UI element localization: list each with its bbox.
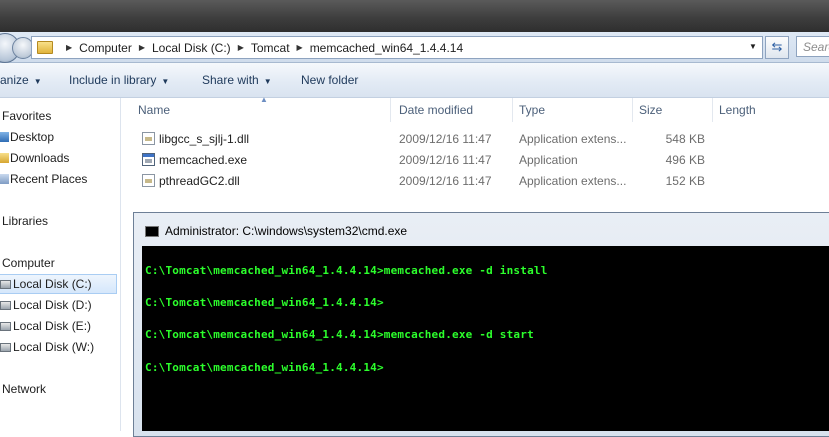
nav-local-disk-c[interactable]: Local Disk (C:) <box>0 277 92 291</box>
column-header-date-modified[interactable]: Date modified <box>399 103 473 117</box>
column-header-name[interactable]: Name <box>138 103 170 117</box>
file-name[interactable]: libgcc_s_sjlj-1.dll <box>159 132 249 146</box>
column-divider[interactable] <box>632 98 633 122</box>
nav-favorites-label: Favorites <box>2 109 52 123</box>
file-name[interactable]: memcached.exe <box>159 153 247 167</box>
drive-icon <box>0 342 11 352</box>
sort-ascending-icon: ▲ <box>260 95 268 104</box>
column-header-type[interactable]: Type <box>519 103 545 117</box>
file-size: 152 KB <box>665 174 705 188</box>
file-date: 2009/12/16 11:47 <box>399 174 492 188</box>
drive-icon <box>0 321 11 331</box>
chevron-down-icon: ▼ <box>263 77 272 86</box>
file-type: Application extens... <box>519 132 627 146</box>
file-date: 2009/12/16 11:47 <box>399 153 492 167</box>
desktop-icon <box>0 132 9 142</box>
chevron-down-icon: ▼ <box>161 77 170 86</box>
address-bar[interactable]: ▶ Computer ▶ Local Disk (C:) ▶ Tomcat ▶ … <box>31 36 763 59</box>
console-line: C:\Tomcat\memcached_win64_1.4.4.14>memca… <box>145 328 534 341</box>
breadcrumb-separator-icon[interactable]: ▶ <box>238 43 244 52</box>
nav-drive-label: Local Disk (E:) <box>13 319 92 333</box>
breadcrumb-separator-icon[interactable]: ▶ <box>139 43 145 52</box>
share-with-menu[interactable]: Share with ▼ <box>202 73 272 87</box>
file-size: 496 KB <box>665 153 705 167</box>
nav-local-disk-w[interactable]: Local Disk (W:) <box>0 340 94 354</box>
breadcrumb-separator-icon[interactable]: ▶ <box>66 43 72 52</box>
nav-local-disk-d[interactable]: Local Disk (D:) <box>0 298 92 312</box>
dll-file-icon <box>142 132 155 145</box>
nav-computer[interactable]: Computer <box>2 256 55 270</box>
drive-icon <box>0 279 11 289</box>
include-in-library-menu[interactable]: Include in library ▼ <box>69 73 169 87</box>
share-with-label: Share with <box>202 73 259 87</box>
breadcrumb-tomcat[interactable]: Tomcat <box>251 41 290 55</box>
drive-icon <box>0 300 11 310</box>
nav-recent-places-label: Recent Places <box>10 172 88 186</box>
downloads-icon <box>0 153 9 163</box>
file-size: 548 KB <box>665 132 705 146</box>
organize-label: anize <box>0 73 29 87</box>
nav-recent-places[interactable]: Recent Places <box>0 172 87 186</box>
nav-drive-label: Local Disk (D:) <box>13 298 92 312</box>
column-header-length[interactable]: Length <box>719 103 756 117</box>
console-line: C:\Tomcat\memcached_win64_1.4.4.14>memca… <box>145 264 548 277</box>
file-type: Application <box>519 153 578 167</box>
column-divider[interactable] <box>512 98 513 122</box>
console-line: C:\Tomcat\memcached_win64_1.4.4.14> <box>145 361 384 374</box>
column-header-size[interactable]: Size <box>639 103 662 117</box>
chevron-down-icon: ▼ <box>33 77 42 86</box>
search-input[interactable]: Search <box>796 36 829 57</box>
exe-file-icon <box>142 153 155 166</box>
new-folder-label: New folder <box>301 73 359 87</box>
file-type: Application extens... <box>519 174 627 188</box>
file-date: 2009/12/16 11:47 <box>399 132 492 146</box>
new-folder-button[interactable]: New folder <box>301 73 358 87</box>
console-line: C:\Tomcat\memcached_win64_1.4.4.14> <box>145 296 384 309</box>
nav-local-disk-e[interactable]: Local Disk (E:) <box>0 319 91 333</box>
nav-network-label: Network <box>2 382 47 396</box>
nav-network[interactable]: Network <box>2 382 46 396</box>
address-dropdown-icon[interactable]: ▼ <box>746 38 760 56</box>
breadcrumb-local-disk-c[interactable]: Local Disk (C:) <box>152 41 231 55</box>
nav-drive-label: Local Disk (W:) <box>13 340 95 354</box>
nav-libraries[interactable]: Libraries <box>2 214 48 228</box>
column-divider[interactable] <box>712 98 713 122</box>
window-title-bar <box>0 0 829 32</box>
cmd-icon <box>145 226 159 237</box>
nav-downloads[interactable]: Downloads <box>0 151 69 165</box>
nav-computer-label: Computer <box>2 256 55 270</box>
cmd-window-title: Administrator: C:\windows\system32\cmd.e… <box>165 224 408 238</box>
dll-file-icon <box>142 174 155 187</box>
refresh-icon[interactable]: ⇆ <box>765 36 789 59</box>
folder-icon <box>37 41 53 54</box>
include-in-library-label: Include in library <box>69 73 157 87</box>
breadcrumb-separator-icon[interactable]: ▶ <box>297 43 303 52</box>
breadcrumb-computer[interactable]: Computer <box>79 41 132 55</box>
organize-menu[interactable]: anize ▼ <box>0 73 42 87</box>
nav-desktop[interactable]: Desktop <box>0 130 54 144</box>
nav-drive-label: Local Disk (C:) <box>13 277 92 291</box>
file-name[interactable]: pthreadGC2.dll <box>159 174 240 188</box>
column-divider[interactable] <box>390 98 391 122</box>
nav-desktop-label: Desktop <box>10 130 55 144</box>
breadcrumb-memcached-folder[interactable]: memcached_win64_1.4.4.14 <box>310 41 463 55</box>
nav-favorites[interactable]: Favorites <box>2 109 51 123</box>
recent-places-icon <box>0 174 9 184</box>
nav-downloads-label: Downloads <box>10 151 70 165</box>
nav-libraries-label: Libraries <box>2 214 49 228</box>
